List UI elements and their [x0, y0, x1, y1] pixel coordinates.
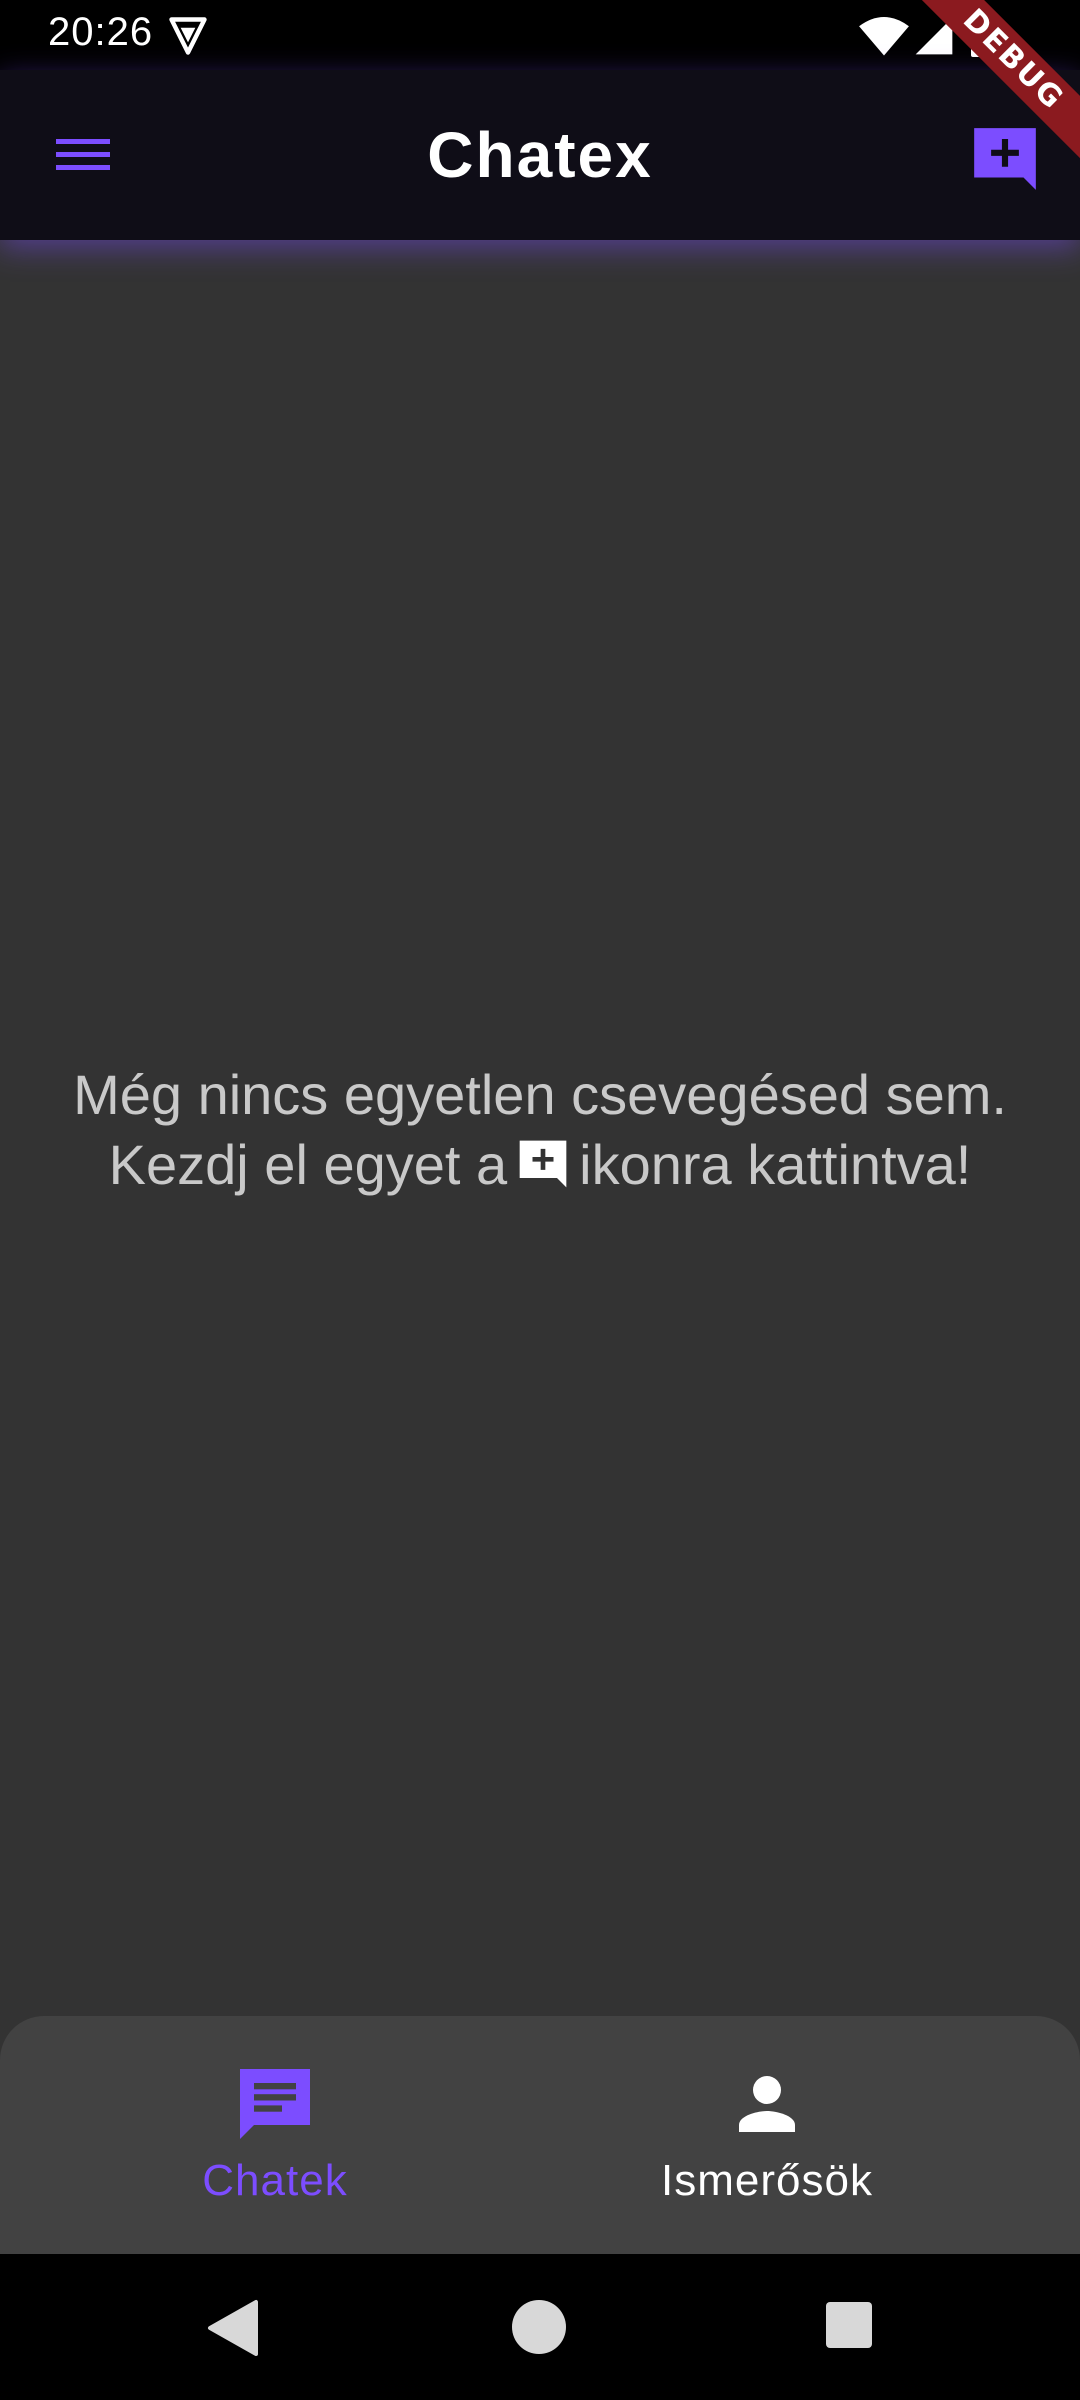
app-bar: Chatex [0, 70, 1080, 240]
status-time: 20:26 [48, 10, 154, 54]
vpn-icon [169, 17, 207, 55]
battery-icon [971, 12, 995, 57]
empty-state-line2-end: ikonra kattintva! [579, 1133, 972, 1196]
chat-icon [240, 2069, 310, 2139]
nav-label-contacts: Ismerősök [661, 2156, 873, 2205]
status-bar: 20:26 [0, 0, 1080, 70]
empty-state-line1: Még nincs egyetlen csevegésed sem. [73, 1063, 1007, 1126]
add-comment-icon [519, 1140, 567, 1188]
nav-item-contacts[interactable]: Ismerősök [617, 2062, 917, 2232]
nav-label-chats: Chatek [202, 2156, 348, 2205]
home-icon[interactable] [512, 2300, 566, 2354]
system-navigation-bar [0, 2254, 1080, 2400]
bottom-navigation: Chatek Ismerősök [0, 2016, 1080, 2254]
app-title: Chatex [427, 119, 653, 191]
empty-state-line2: Kezdj el egyet a ikonra kattintva! [20, 1130, 1060, 1200]
signal-icon [915, 17, 953, 55]
nav-item-chats[interactable]: Chatek [125, 2062, 425, 2232]
person-icon [739, 2076, 795, 2132]
empty-state-message: Még nincs egyetlen csevegésed sem. Kezdj… [20, 1060, 1060, 1200]
wifi-icon [859, 17, 909, 56]
add-comment-icon[interactable] [968, 122, 1042, 196]
back-icon[interactable] [204, 2298, 260, 2358]
screen: 20:26 DEBUG Chatex Még nincs egyetlen cs… [0, 0, 1080, 2400]
chat-list-area: Még nincs egyetlen csevegésed sem. Kezdj… [0, 240, 1080, 2016]
empty-state-line2-start: Kezdj el egyet a [108, 1133, 508, 1196]
recents-icon[interactable] [826, 2302, 872, 2348]
